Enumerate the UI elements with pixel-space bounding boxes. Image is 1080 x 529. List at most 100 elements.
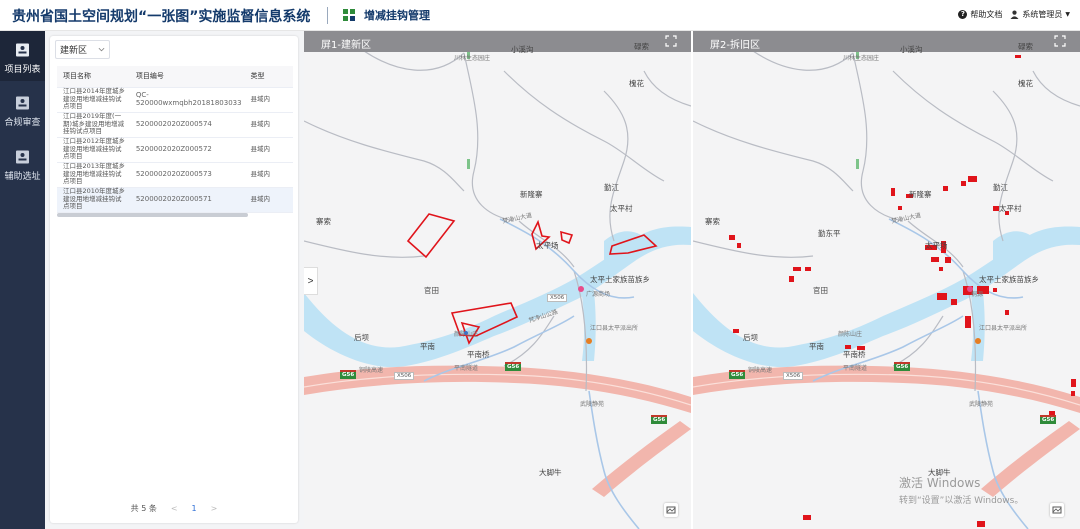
map-label: 桐源 (971, 291, 984, 298)
map-header: 屏1-建新区 (304, 31, 691, 52)
fullscreen-icon[interactable] (665, 35, 677, 47)
chevron-down-icon (98, 47, 105, 52)
project-name: 江口县2014年度城乡建设用地增减挂钩试点项目 (57, 87, 130, 113)
map-label: 槐花 (1018, 79, 1033, 88)
project-list-panel: 建新区 项目名称 项目编号 类型 江口县2014年度城乡建设用地增减挂钩试点项目… (50, 36, 298, 523)
project-code: QC-520000wxmqbh20181803033 (129, 87, 245, 113)
sidebar-item-label: 合规审查 (4, 118, 41, 128)
sidebar-item-project-list[interactable]: 项目列表 (0, 31, 45, 81)
map-label: 小溪沟 (900, 45, 923, 54)
project-code: 5200002020Z000573 (129, 162, 245, 188)
map-label: 勤东平 (818, 229, 841, 238)
caret-down-icon: ▼ (1065, 11, 1070, 18)
project-name: 江口县2010年度城乡建设用地增减挂钩试点项目 (57, 187, 130, 213)
map-label: 颜陈山庄 (838, 331, 863, 338)
table-row[interactable]: 江口县2019年度(一期)城乡建设用地增减挂钩试点项目 5200002020Z0… (57, 112, 293, 138)
map-label: 槐花 (629, 79, 644, 88)
user-menu[interactable]: 系统管理员 ▼ (1010, 9, 1070, 20)
help-docs-label: 帮助文档 (970, 10, 1003, 19)
column-header-type[interactable]: 类型 (244, 66, 293, 88)
layers-icon (666, 506, 676, 514)
map-label: 勤江 (604, 183, 619, 192)
next-page-icon[interactable]: > (211, 504, 218, 513)
watermark-line2: 转到“设置”以激活 Windows。 (899, 496, 1024, 506)
module-label: 增减挂钩管理 (364, 9, 430, 22)
map-label: 平南 (420, 342, 435, 351)
map-title: 屏1-建新区 (321, 40, 371, 51)
project-name: 江口县2013年度城乡建设用地增减挂钩试点项目 (57, 162, 130, 188)
document-icon (16, 43, 29, 57)
map-view-new-area[interactable]: 屏1-建新区 小溪沟 川林生态园庄 碌索 槐花 新隆寨 勤江 太平村 寨索 太平… (304, 31, 691, 529)
map-label: 颜陈山庄 (454, 331, 479, 338)
map-label: 太平场 (536, 241, 559, 250)
table-row[interactable]: 江口县2012年度城乡建设用地增减挂钩试点项目 5200002020Z00057… (57, 137, 293, 163)
map-label: 官田 (424, 286, 439, 295)
document-icon (16, 96, 29, 110)
project-code: 5200002020Z000571 (129, 187, 245, 213)
map-label: 平南 (809, 342, 824, 351)
user-icon (1010, 10, 1019, 19)
map-view-old-area[interactable]: 屏2-拆旧区 小溪沟 川林生态园庄 碌索 槐花 新隆寨 勤江 太平村 寨索 勤东… (693, 31, 1080, 529)
map-label: 新隆寨 (520, 190, 543, 199)
road-label: 平南隧道 (454, 365, 479, 372)
horizontal-scrollbar[interactable] (57, 213, 248, 217)
map-label: 武陵静苑 (969, 401, 994, 408)
map-label: 太平村 (610, 204, 633, 213)
sidebar-item-compliance-review[interactable]: 合规审查 (0, 84, 45, 134)
header-actions: ? 帮助文档 系统管理员 ▼ (958, 9, 1070, 20)
map-label: 碌索 (1018, 42, 1033, 51)
map-label: 太平村 (999, 204, 1022, 213)
sidebar-item-site-selection[interactable]: 辅助选址 (0, 138, 45, 188)
chevron-right-icon: > (307, 275, 314, 287)
project-type: 县域内 (244, 137, 293, 163)
map-label: 新隆寨 (909, 190, 932, 199)
table-row[interactable]: 江口县2013年度城乡建设用地增减挂钩试点项目 5200002020Z00057… (57, 162, 293, 188)
zone-type-value: 建新区 (60, 46, 88, 56)
project-name: 江口县2012年度城乡建设用地增减挂钩试点项目 (57, 137, 130, 163)
user-name: 系统管理员 (1022, 10, 1063, 19)
map-label: 江口县太平派出所 (979, 325, 1028, 332)
map-label: 后坝 (354, 333, 369, 342)
sidebar-item-label: 辅助选址 (4, 172, 41, 182)
sidebar: 项目列表 合规审查 辅助选址 (0, 31, 45, 529)
project-code: 5200002020Z000574 (129, 112, 245, 138)
column-header-name[interactable]: 项目名称 (57, 66, 130, 88)
map-label: 江口县太平派出所 (590, 325, 639, 332)
watermark-line1: 激活 Windows (899, 476, 981, 490)
road-shield: X506 (394, 372, 415, 380)
project-type: 县域内 (244, 112, 293, 138)
zone-type-select[interactable]: 建新区 (55, 40, 110, 59)
map-label: 武陵静苑 (580, 401, 605, 408)
map-label: 官田 (813, 286, 828, 295)
fullscreen-icon[interactable] (1054, 35, 1066, 47)
pagination: 共 5 条 < 1 > (50, 503, 298, 514)
map-label: 寨索 (705, 217, 720, 226)
map-label: 小溪沟 (511, 45, 534, 54)
layer-switch-button[interactable] (664, 503, 678, 517)
map-label: 勤江 (993, 183, 1008, 192)
sidebar-item-label: 项目列表 (4, 65, 41, 75)
table-row-selected[interactable]: 江口县2010年度城乡建设用地增减挂钩试点项目 5200002020Z00057… (57, 187, 293, 213)
page-number[interactable]: 1 (192, 504, 197, 513)
highway-shield: G56 (1040, 415, 1057, 424)
map-label: 川林生态园庄 (843, 55, 880, 62)
map-label: 平南桥 (467, 350, 490, 359)
road-shield: X506 (783, 372, 804, 380)
map-label: 太平土家族苗族乡 (979, 275, 1039, 284)
top-header: 贵州省国土空间规划“一张图”实施监督信息系统 增减挂钩管理 ? 帮助文档 系统管… (0, 0, 1080, 31)
table-row[interactable]: 江口县2014年度城乡建设用地增减挂钩试点项目 QC-520000wxmqbh2… (57, 87, 293, 113)
layer-switch-button[interactable] (1050, 503, 1064, 517)
grid-apps-icon (343, 9, 355, 21)
project-type: 县域内 (244, 87, 293, 113)
document-icon (16, 150, 29, 164)
project-type: 县域内 (244, 187, 293, 213)
help-docs-link[interactable]: ? 帮助文档 (958, 9, 1002, 20)
prev-page-icon[interactable]: < (171, 504, 178, 513)
highway-shield: G56 (729, 370, 746, 379)
module-switcher[interactable]: 增减挂钩管理 (342, 7, 430, 23)
road-shield: X506 (547, 294, 568, 302)
project-table: 项目名称 项目编号 类型 江口县2014年度城乡建设用地增减挂钩试点项目 QC-… (57, 66, 293, 218)
column-header-code[interactable]: 项目编号 (129, 66, 245, 88)
project-name: 江口县2019年度(一期)城乡建设用地增减挂钩试点项目 (57, 112, 130, 138)
collapse-panel-button[interactable]: > (304, 267, 318, 295)
